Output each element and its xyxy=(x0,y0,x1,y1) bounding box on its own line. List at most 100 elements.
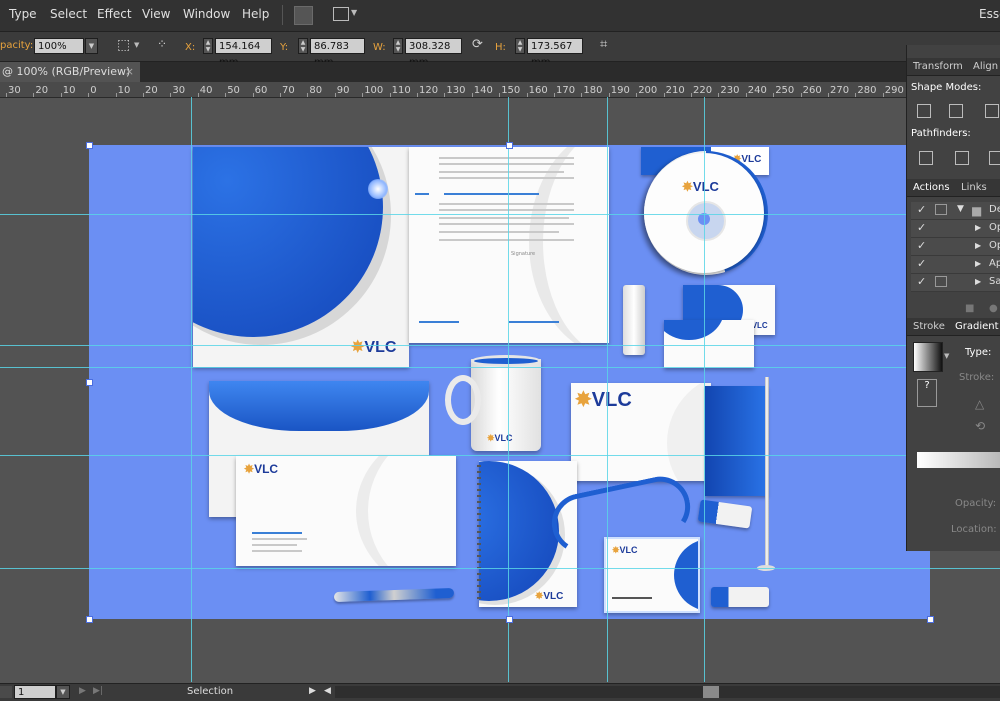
checkmark-icon[interactable]: ✓ xyxy=(917,275,926,288)
expand-arrow-icon[interactable]: ▶ xyxy=(975,241,981,250)
guide-vertical[interactable] xyxy=(191,97,192,682)
tab-gradient[interactable]: Gradient xyxy=(955,321,999,332)
document-tab[interactable]: @ 100% (RGB/Preview) × xyxy=(0,62,140,82)
menu-view[interactable]: View xyxy=(142,7,170,21)
chevron-down-icon[interactable]: ▼ xyxy=(134,41,139,49)
unite-icon[interactable] xyxy=(917,104,931,118)
gradient-swatch[interactable] xyxy=(913,342,943,372)
guide-horizontal[interactable] xyxy=(0,214,1000,215)
expand-arrow-icon[interactable]: ▶ xyxy=(975,259,981,268)
tab-align[interactable]: Align xyxy=(973,61,998,72)
horizontal-ruler[interactable]: 30 20 10 0 10 20 30 40 50 60 70 80 90 100 110 120 130 140… xyxy=(0,82,1000,98)
next-page-icon[interactable]: ▶ xyxy=(79,686,86,696)
angle-icon: △ xyxy=(975,397,985,411)
selection-handle-bottom-left[interactable] xyxy=(86,616,93,623)
selection-handle-left[interactable] xyxy=(86,379,93,386)
transform-each-icon[interactable]: ⬚ xyxy=(117,37,130,53)
h-stepper[interactable]: ▲ ▼ xyxy=(515,38,525,54)
selection-handle-top[interactable] xyxy=(506,142,513,149)
w-field[interactable]: 308.328 mm xyxy=(405,38,462,68)
reverse-gradient-icon[interactable]: ? xyxy=(917,379,937,407)
scroll-left-icon[interactable]: ◀ xyxy=(324,686,331,696)
divide-icon[interactable] xyxy=(919,151,933,165)
x-stepper[interactable]: ▲ ▼ xyxy=(203,38,213,54)
tab-stroke[interactable]: Stroke xyxy=(913,321,945,332)
y-stepper[interactable]: ▲ ▼ xyxy=(298,38,308,54)
dialog-toggle-icon[interactable] xyxy=(935,204,947,215)
workspace-switcher[interactable]: Esse xyxy=(979,7,1000,21)
gradient-location-label: Location: xyxy=(951,524,997,535)
menu-select[interactable]: Select xyxy=(50,7,87,21)
guide-horizontal[interactable] xyxy=(0,568,1000,569)
record-icon[interactable]: ● xyxy=(989,303,998,314)
checkmark-icon[interactable]: ✓ xyxy=(917,257,926,270)
gradient-stroke-label: Stroke: xyxy=(959,372,995,383)
pathfinders-label: Pathfinders: xyxy=(911,128,971,139)
checkmark-icon[interactable]: ✓ xyxy=(917,203,926,216)
expand-arrow-icon[interactable]: ▶ xyxy=(975,223,981,232)
merge-icon[interactable] xyxy=(989,151,1000,165)
close-tab-icon[interactable]: × xyxy=(125,62,134,82)
gradient-panel-tabs: Stroke Gradient xyxy=(907,318,1000,336)
selection-handle-bottom[interactable] xyxy=(506,616,513,623)
w-stepper[interactable]: ▲ ▼ xyxy=(393,38,403,54)
tab-links[interactable]: Links xyxy=(961,182,987,193)
action-row[interactable]: ✓ ▼ ■ De xyxy=(911,202,1000,220)
page-number-field[interactable]: 1 xyxy=(14,685,56,699)
gradient-chevron-down-icon[interactable]: ▼ xyxy=(944,352,949,360)
x-field[interactable]: 154.164 mm xyxy=(215,38,272,68)
action-row[interactable]: ✓ ▶ Op xyxy=(911,238,1000,256)
selection-handle-top-left[interactable] xyxy=(86,142,93,149)
guide-vertical[interactable] xyxy=(508,97,509,682)
action-row[interactable]: ✓ ▶ Op xyxy=(911,220,1000,238)
h-field[interactable]: 173.567 mm xyxy=(527,38,583,68)
guide-vertical[interactable] xyxy=(704,97,705,682)
action-row[interactable]: ✓ ▶ Sa xyxy=(911,274,1000,292)
mug-handle xyxy=(445,375,481,425)
go-to-bridge-button[interactable] xyxy=(294,6,313,25)
selection-handle-bottom-right[interactable] xyxy=(927,616,934,623)
checkmark-icon[interactable]: ✓ xyxy=(917,221,926,234)
scrollbar-thumb[interactable] xyxy=(703,686,719,698)
arrange-documents-icon[interactable] xyxy=(333,7,349,21)
guide-horizontal[interactable] xyxy=(0,345,1000,346)
guide-horizontal[interactable] xyxy=(0,455,1000,456)
reference-point-icon[interactable]: ⁘ xyxy=(157,37,167,51)
folder-blue-arc xyxy=(193,147,383,337)
page-dropdown-icon[interactable]: ▼ xyxy=(56,685,70,699)
folder-glow xyxy=(368,179,388,199)
dialog-toggle-icon[interactable] xyxy=(935,276,947,287)
menu-window[interactable]: Window xyxy=(183,7,230,21)
y-field[interactable]: 86.783 mm xyxy=(310,38,365,68)
document-tab-title: @ 100% (RGB/Preview) xyxy=(2,65,131,78)
menu-effect[interactable]: Effect xyxy=(97,7,132,21)
opacity-field[interactable]: 100% xyxy=(34,38,84,54)
arrange-chevron-down-icon[interactable]: ▼ xyxy=(351,8,357,17)
intersect-icon[interactable] xyxy=(985,104,999,118)
gradient-slider[interactable] xyxy=(917,452,1000,468)
expand-arrow-icon[interactable]: ▼ xyxy=(957,204,964,214)
expand-arrow-icon[interactable]: ▶ xyxy=(975,277,981,286)
checkmark-icon[interactable]: ✓ xyxy=(917,239,926,252)
guide-horizontal[interactable] xyxy=(0,367,1000,368)
tab-actions[interactable]: Actions xyxy=(913,182,950,193)
horizontal-scrollbar[interactable] xyxy=(335,686,1000,698)
artboard[interactable]: ✸VLC Signature ✸VLC ✸VLC ✸VLC xyxy=(89,145,930,619)
transform-icon[interactable]: ⌗ xyxy=(600,37,607,52)
last-page-icon[interactable]: ▶| xyxy=(93,686,103,696)
menu-type[interactable]: Type xyxy=(9,7,37,21)
first-page-icon[interactable] xyxy=(0,686,12,698)
stop-recording-icon[interactable]: ■ xyxy=(965,303,974,314)
trim-icon[interactable] xyxy=(955,151,969,165)
ruler-tick-label: 210 xyxy=(665,85,685,96)
constrain-proportions-icon[interactable]: ⟳ xyxy=(472,37,483,52)
opacity-dropdown-icon[interactable]: ▼ xyxy=(85,38,98,54)
ruler-tick-label: 40 xyxy=(199,85,213,96)
minus-front-icon[interactable] xyxy=(949,104,963,118)
ruler-tick-label: 50 xyxy=(227,85,240,96)
action-row[interactable]: ✓ ▶ Ap xyxy=(911,256,1000,274)
menu-help[interactable]: Help xyxy=(242,7,269,21)
status-menu-arrow-icon[interactable]: ▶ xyxy=(309,686,316,696)
tab-transform[interactable]: Transform xyxy=(913,61,963,72)
guide-vertical[interactable] xyxy=(607,97,608,682)
